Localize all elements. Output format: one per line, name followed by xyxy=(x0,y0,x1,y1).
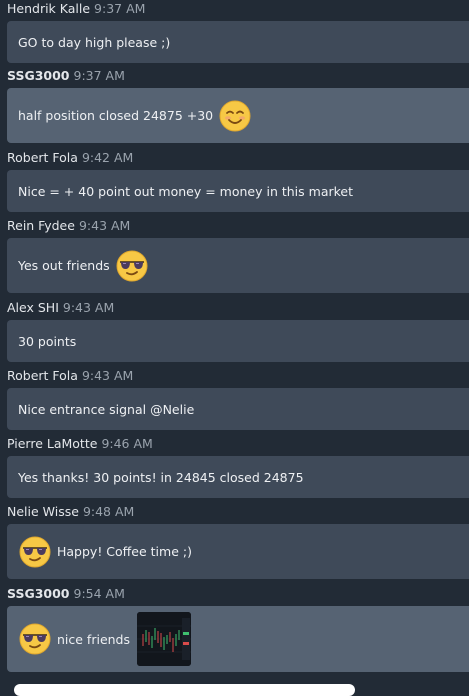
message-text: Nice entrance signal @Nelie xyxy=(18,401,195,417)
author-name[interactable]: SSG3000 xyxy=(7,68,70,83)
message-header: Alex SHI 9:43 AM xyxy=(7,299,114,317)
message-text: half position closed 24875 +30 xyxy=(18,108,214,123)
message-bubble: GO to day high please ;) xyxy=(7,21,469,63)
message-bubble: nice friends xyxy=(7,606,469,672)
message-text: Yes thanks! 30 points! in 24845 closed 2… xyxy=(18,469,304,485)
sunglasses-face-icon xyxy=(116,250,148,282)
sunglasses-face-icon xyxy=(19,536,51,568)
message-header: Robert Fola 9:42 AM xyxy=(7,149,133,167)
message-text: GO to day high please ;) xyxy=(18,34,171,50)
author-name[interactable]: Nelie Wisse xyxy=(7,504,79,519)
sunglasses-face-icon xyxy=(19,623,51,655)
timestamp: 9:37 AM xyxy=(73,68,125,83)
chart-thumbnail[interactable] xyxy=(137,612,192,666)
message-bubble: Happy! Coffee time ;) xyxy=(7,524,469,579)
message-bubble: Yes thanks! 30 points! in 24845 closed 2… xyxy=(7,456,469,498)
message-header: Rein Fydee 9:43 AM xyxy=(7,217,130,235)
timestamp: 9:43 AM xyxy=(78,218,131,233)
message-bubble: Nice entrance signal @Nelie xyxy=(7,388,469,430)
message-text: Yes out friends xyxy=(18,258,110,273)
message-text: nice friends xyxy=(57,631,131,647)
message-header: SSG3000 9:54 AM xyxy=(7,585,125,603)
chat-feed: Hendrik Kalle 9:37 AM GO to day high plea… xyxy=(0,0,469,696)
timestamp: 9:46 AM xyxy=(101,436,153,451)
message-bubble: Yes out friends xyxy=(7,238,469,293)
message-header: Nelie Wisse 9:48 AM xyxy=(7,503,134,521)
message-bubble: half position closed 24875 +30 xyxy=(7,88,469,143)
message-bubble: 30 points xyxy=(7,320,469,362)
message-composer[interactable] xyxy=(14,684,355,696)
author-name[interactable]: Robert Fola xyxy=(7,150,78,165)
message-header: Hendrik Kalle 9:37 AM xyxy=(7,0,145,18)
message-text: Nice = + 40 point out money = money in t… xyxy=(18,183,354,199)
author-name[interactable]: Rein Fydee xyxy=(7,218,75,233)
message-header: SSG3000 9:37 AM xyxy=(7,67,125,85)
author-name[interactable]: Alex SHI xyxy=(7,300,59,315)
message-text: 30 points xyxy=(18,333,77,349)
timestamp: 9:37 AM xyxy=(94,1,146,16)
message-header: Pierre LaMotte 9:46 AM xyxy=(7,435,153,453)
timestamp: 9:48 AM xyxy=(82,504,135,519)
timestamp: 9:43 AM xyxy=(62,300,115,315)
message-header: Robert Fola 9:43 AM xyxy=(7,367,133,385)
timestamp: 9:54 AM xyxy=(73,586,125,601)
author-name[interactable]: Hendrik Kalle xyxy=(7,1,90,16)
timestamp: 9:43 AM xyxy=(81,368,134,383)
message-bubble: Nice = + 40 point out money = money in t… xyxy=(7,170,469,212)
timestamp: 9:42 AM xyxy=(81,150,134,165)
smiling-face-icon xyxy=(219,100,251,132)
author-name[interactable]: SSG3000 xyxy=(7,586,70,601)
message-text: Happy! Coffee time ;) xyxy=(57,544,192,559)
author-name[interactable]: Robert Fola xyxy=(7,368,78,383)
author-name[interactable]: Pierre LaMotte xyxy=(7,436,97,451)
